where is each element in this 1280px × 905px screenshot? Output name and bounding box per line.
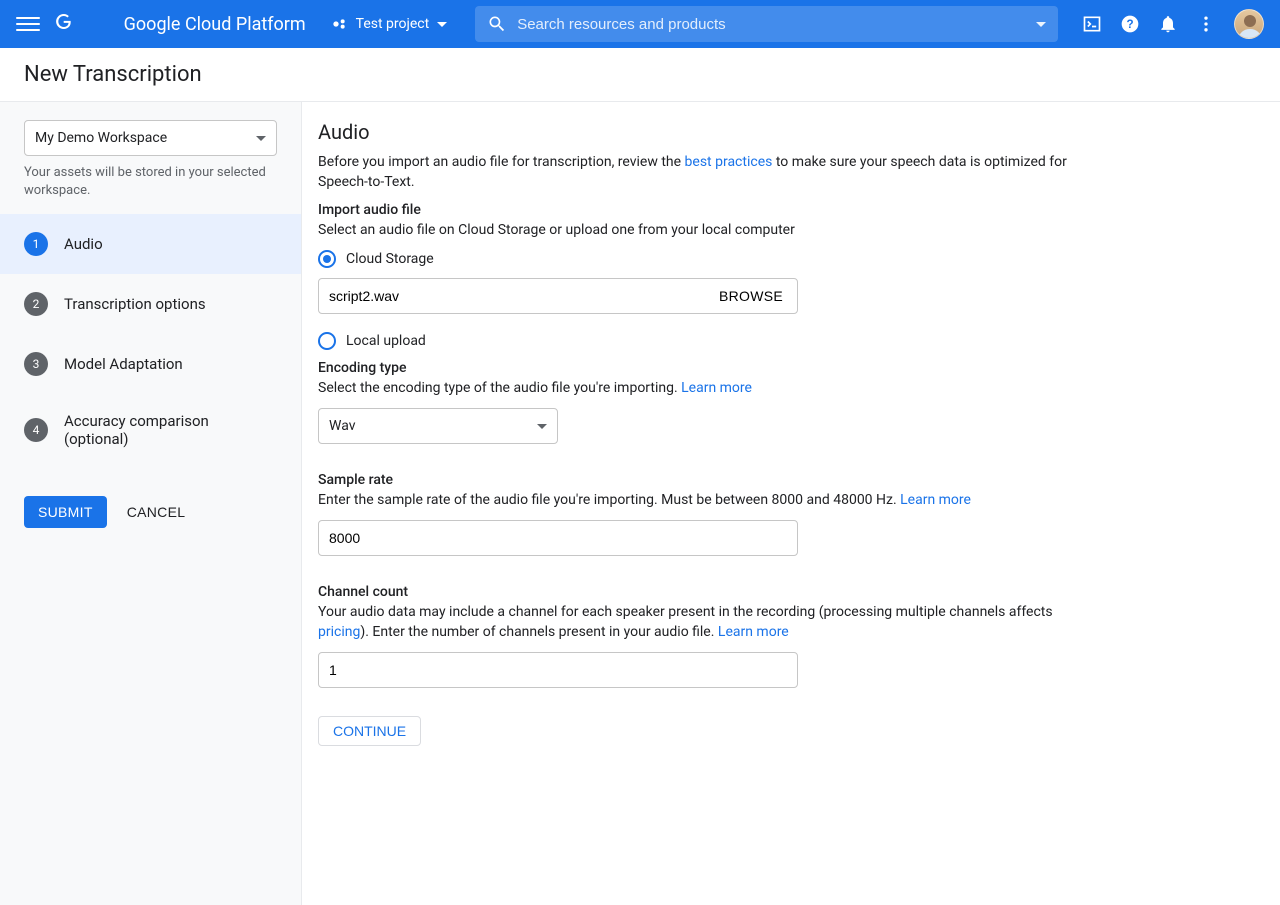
file-path-row: BROWSE bbox=[318, 278, 798, 314]
sidebar: My Demo Workspace Your assets will be st… bbox=[0, 102, 302, 905]
avatar[interactable] bbox=[1234, 9, 1264, 39]
step-model-adaptation[interactable]: 3 Model Adaptation bbox=[0, 334, 301, 394]
cancel-button[interactable]: CANCEL bbox=[127, 496, 186, 528]
step-label: Accuracy comparison (optional) bbox=[64, 412, 277, 448]
encoding-desc: Select the encoding type of the audio fi… bbox=[318, 378, 1086, 398]
sample-rate-title: Sample rate bbox=[318, 472, 1086, 488]
pricing-link[interactable]: pricing bbox=[318, 624, 360, 640]
platform-name: Google Cloud Platform bbox=[124, 14, 306, 35]
audio-description: Before you import an audio file for tran… bbox=[318, 152, 1086, 192]
step-label: Audio bbox=[64, 235, 103, 253]
file-path-input[interactable] bbox=[319, 288, 705, 304]
step-label: Model Adaptation bbox=[64, 355, 183, 373]
svg-text:?: ? bbox=[1126, 18, 1133, 31]
channel-count-desc: Your audio data may include a channel fo… bbox=[318, 602, 1086, 642]
menu-icon[interactable] bbox=[16, 12, 40, 36]
step-transcription-options[interactable]: 2 Transcription options bbox=[0, 274, 301, 334]
browse-button[interactable]: BROWSE bbox=[705, 279, 797, 313]
chevron-down-icon bbox=[437, 22, 447, 27]
help-icon[interactable]: ? bbox=[1120, 14, 1140, 34]
sample-rate-input[interactable] bbox=[318, 520, 798, 556]
cloud-shell-icon[interactable] bbox=[1082, 14, 1102, 34]
submit-button[interactable]: SUBMIT bbox=[24, 496, 107, 528]
workspace-note: Your assets will be stored in your selec… bbox=[0, 164, 301, 200]
encoding-value: Wav bbox=[329, 418, 356, 434]
steps-list: 1 Audio 2 Transcription options 3 Model … bbox=[0, 214, 301, 466]
channel-count-title: Channel count bbox=[318, 584, 1086, 600]
top-header: Google Cloud Platform Test project ? bbox=[0, 0, 1280, 48]
radio-local-upload[interactable]: Local upload bbox=[318, 332, 1086, 350]
page-title: New Transcription bbox=[0, 48, 1280, 102]
best-practices-link[interactable]: best practices bbox=[685, 154, 773, 170]
notifications-icon[interactable] bbox=[1158, 14, 1178, 34]
chevron-down-icon bbox=[537, 424, 547, 429]
encoding-select[interactable]: Wav bbox=[318, 408, 558, 444]
section-heading-audio: Audio bbox=[318, 120, 1086, 144]
search-icon bbox=[487, 14, 507, 34]
search-input[interactable] bbox=[517, 16, 1028, 33]
sample-learn-more-link[interactable]: Learn more bbox=[900, 492, 971, 508]
chevron-down-icon bbox=[256, 136, 266, 141]
step-accuracy-comparison[interactable]: 4 Accuracy comparison (optional) bbox=[0, 394, 301, 466]
main-content: Audio Before you import an audio file fo… bbox=[302, 102, 1280, 905]
project-name: Test project bbox=[356, 16, 430, 32]
search-box[interactable] bbox=[475, 6, 1058, 42]
radio-icon bbox=[318, 332, 336, 350]
radio-icon bbox=[318, 250, 336, 268]
more-icon[interactable] bbox=[1196, 14, 1216, 34]
import-audio-desc: Select an audio file on Cloud Storage or… bbox=[318, 220, 1086, 240]
platform-logo[interactable]: Google Cloud Platform bbox=[56, 14, 306, 35]
import-audio-title: Import audio file bbox=[318, 202, 1086, 218]
radio-label: Cloud Storage bbox=[346, 251, 434, 267]
step-label: Transcription options bbox=[64, 295, 206, 313]
workspace-selected-label: My Demo Workspace bbox=[35, 130, 167, 146]
continue-button[interactable]: CONTINUE bbox=[318, 716, 421, 746]
channel-learn-more-link[interactable]: Learn more bbox=[718, 624, 789, 640]
radio-label: Local upload bbox=[346, 333, 426, 349]
step-audio[interactable]: 1 Audio bbox=[0, 214, 301, 274]
project-icon bbox=[332, 16, 348, 32]
encoding-title: Encoding type bbox=[318, 360, 1086, 376]
encoding-learn-more-link[interactable]: Learn more bbox=[681, 380, 752, 396]
channel-count-input[interactable] bbox=[318, 652, 798, 688]
workspace-select[interactable]: My Demo Workspace bbox=[24, 120, 277, 156]
radio-cloud-storage[interactable]: Cloud Storage bbox=[318, 250, 1086, 268]
sample-rate-desc: Enter the sample rate of the audio file … bbox=[318, 490, 1086, 510]
project-picker[interactable]: Test project bbox=[324, 10, 456, 38]
search-dropdown-icon[interactable] bbox=[1036, 22, 1046, 27]
header-icons: ? bbox=[1082, 9, 1264, 39]
